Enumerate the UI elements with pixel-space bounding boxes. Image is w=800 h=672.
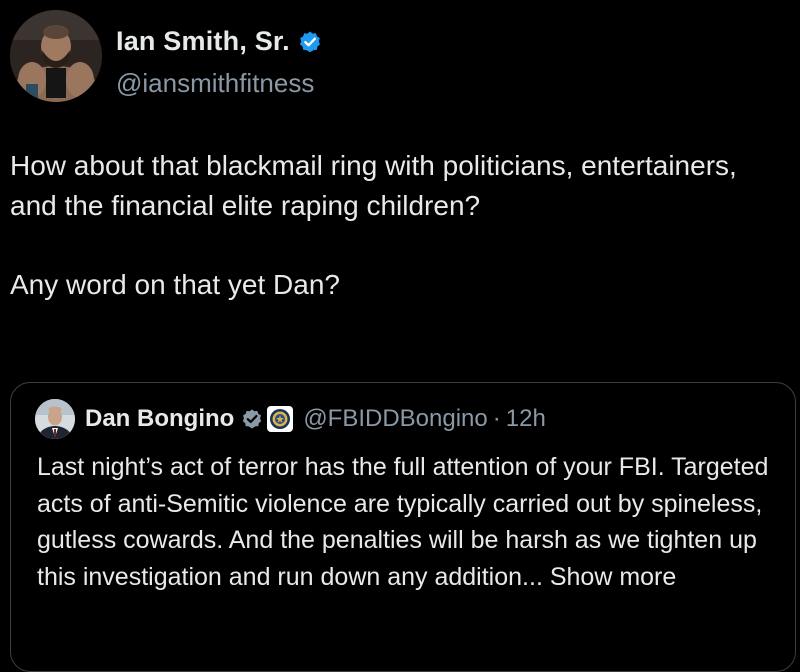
fbi-seal-icon[interactable] [267, 406, 294, 432]
quoted-handle[interactable]: @FBIDDBongino [303, 405, 487, 433]
quoted-tweet-body: Last night’s act of terror has the full … [37, 449, 782, 595]
quoted-tweet-header: Dan Bongino @FBIDDBongino · 12h [35, 399, 546, 439]
quoted-tweet-card[interactable]: Dan Bongino @FBIDDBongino · 12h Last nig… [10, 382, 796, 672]
quoted-display-name[interactable]: Dan Bongino [85, 405, 234, 433]
verified-badge-icon[interactable] [298, 30, 322, 54]
meta-separator: · [492, 405, 501, 432]
tweet-body: How about that blackmail ring with polit… [10, 146, 790, 305]
verified-badge-icon[interactable] [241, 408, 263, 430]
quoted-avatar[interactable] [35, 399, 75, 439]
author-handle[interactable]: @iansmithfitness [116, 68, 314, 99]
tweet-paragraph: Any word on that yet Dan? [10, 269, 340, 300]
avatar[interactable] [10, 10, 102, 102]
author-display-name[interactable]: Ian Smith, Sr. [116, 26, 290, 57]
quoted-timestamp[interactable]: 12h [506, 405, 546, 433]
tweet-header: Ian Smith, Sr. @iansmithfitness [10, 10, 790, 102]
author-name-row: Ian Smith, Sr. [116, 26, 322, 57]
show-more-link[interactable]: Show more [550, 563, 676, 591]
tweet-paragraph: How about that blackmail ring with polit… [10, 150, 737, 221]
